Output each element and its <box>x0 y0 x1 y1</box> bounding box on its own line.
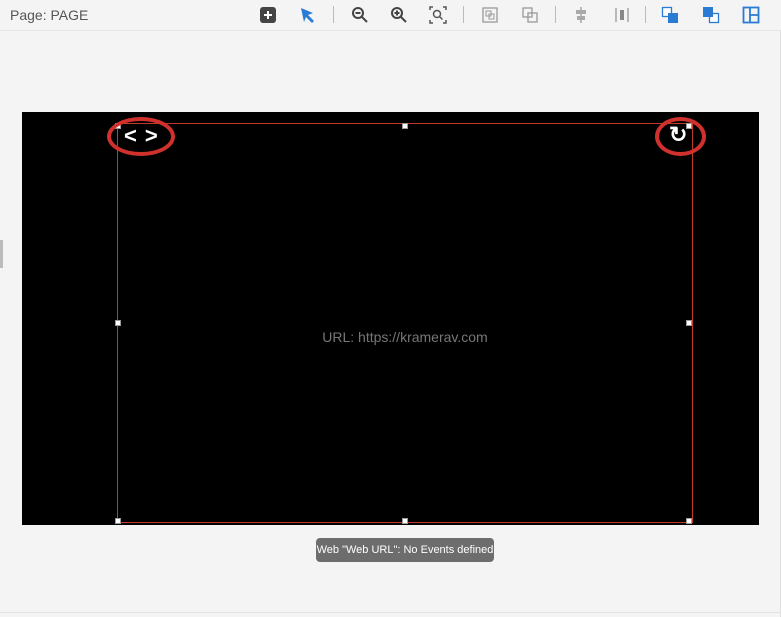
add-icon <box>260 7 276 23</box>
toolbar-separator <box>645 6 646 23</box>
resize-handle[interactable] <box>686 320 692 326</box>
distribute-button[interactable] <box>611 4 633 26</box>
group-icon <box>482 7 498 23</box>
web-url-element[interactable] <box>117 123 693 523</box>
send-backward-button[interactable] <box>659 4 681 26</box>
url-label: URL: https://kramerav.com <box>322 329 488 345</box>
zoom-fit-icon <box>429 6 447 24</box>
bottom-divider <box>0 612 781 613</box>
zoom-in-icon <box>391 7 407 23</box>
zoom-out-icon <box>352 7 368 23</box>
bring-forward-icon <box>703 7 720 24</box>
resize-handle[interactable] <box>686 518 692 524</box>
group-button[interactable] <box>479 4 501 26</box>
resize-handle[interactable] <box>115 518 121 524</box>
ungroup-icon <box>522 7 538 23</box>
zoom-out-button[interactable] <box>349 4 371 26</box>
resize-handle[interactable] <box>402 123 408 129</box>
toolbar-separator <box>333 6 334 23</box>
resize-handle[interactable] <box>402 518 408 524</box>
align-center-button[interactable] <box>570 4 592 26</box>
distribute-icon <box>615 8 629 22</box>
send-backward-icon <box>661 6 678 23</box>
layout-button[interactable] <box>740 4 762 26</box>
toolbar-separator <box>463 6 464 23</box>
add-button[interactable] <box>257 4 279 26</box>
select-pointer-icon <box>301 8 314 23</box>
header-divider <box>0 30 781 31</box>
page-title: Page: PAGE <box>10 7 89 23</box>
highlight-circle-refresh <box>655 117 706 156</box>
select-tool-button[interactable] <box>297 4 319 26</box>
events-tooltip: Web "Web URL": No Events defined <box>316 538 494 562</box>
highlight-circle-nav <box>107 117 175 156</box>
zoom-fit-button[interactable] <box>427 4 449 26</box>
layout-icon <box>742 6 760 24</box>
resize-handle[interactable] <box>115 320 121 326</box>
left-panel-handle[interactable] <box>0 240 3 268</box>
zoom-in-button[interactable] <box>388 4 410 26</box>
bring-forward-button[interactable] <box>700 4 722 26</box>
align-center-icon <box>576 7 586 23</box>
ungroup-button[interactable] <box>519 4 541 26</box>
toolbar-separator <box>555 6 556 23</box>
